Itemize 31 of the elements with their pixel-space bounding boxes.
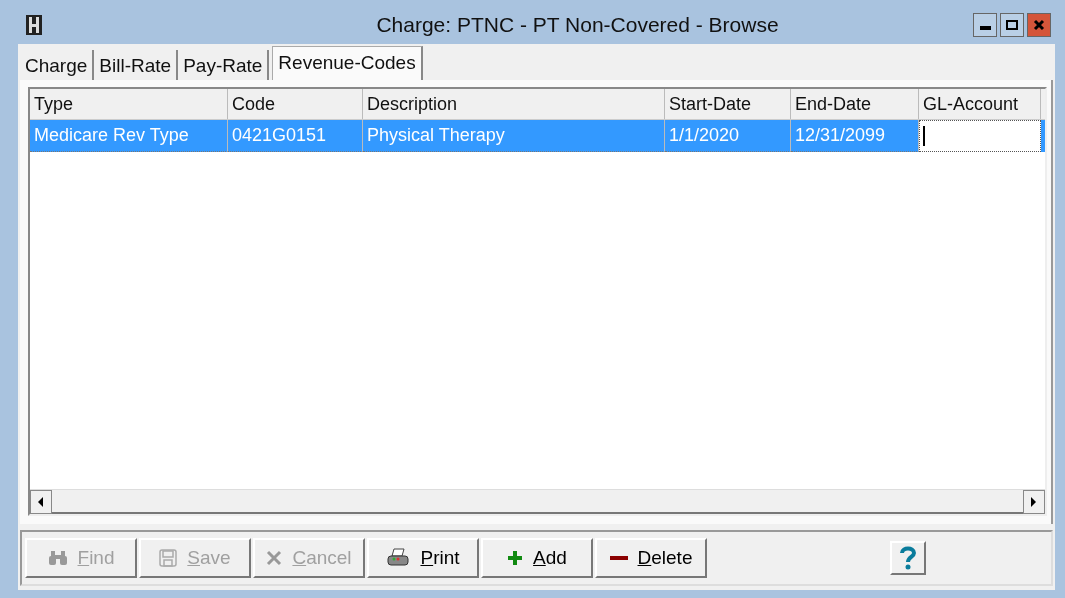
- question-mark-icon: [898, 545, 918, 571]
- horizontal-scrollbar[interactable]: [30, 489, 1045, 514]
- maximize-button[interactable]: [1000, 13, 1024, 37]
- table-cell: Physical Therapy: [363, 120, 665, 152]
- help-button[interactable]: [890, 541, 926, 575]
- column-header[interactable]: Description: [363, 89, 665, 119]
- column-header[interactable]: Type: [30, 89, 228, 119]
- table-cell: 1/1/2020: [665, 120, 791, 152]
- maximize-icon: [1006, 20, 1018, 30]
- table-cell: 0421G0151: [228, 120, 363, 152]
- close-button[interactable]: [1027, 13, 1051, 37]
- column-header[interactable]: Code: [228, 89, 363, 119]
- edit-field[interactable]: [919, 120, 1041, 152]
- binoculars-icon: [47, 550, 68, 566]
- printer-icon: [386, 548, 411, 568]
- toolbar-button[interactable]: Print: [367, 538, 479, 578]
- column-header[interactable]: End-Date: [791, 89, 919, 119]
- column-header[interactable]: Start-Date: [665, 89, 791, 119]
- toolbar-button[interactable]: Delete: [595, 538, 707, 578]
- minimize-icon: [979, 26, 991, 30]
- close-icon: [1033, 19, 1045, 31]
- tab[interactable]: Revenue-Codes: [272, 46, 423, 80]
- app-icon: [26, 15, 42, 35]
- minimize-button[interactable]: [973, 13, 997, 37]
- toolbar-button[interactable]: Add: [481, 538, 593, 578]
- x-icon: [266, 550, 283, 566]
- table-cell: Medicare Rev Type: [30, 120, 228, 152]
- column-header[interactable]: GL-Account: [919, 89, 1041, 119]
- minus-icon: [609, 555, 628, 561]
- window-title: Charge: PTNC - PT Non-Covered - Browse: [375, 13, 780, 37]
- plus-icon: [507, 550, 524, 566]
